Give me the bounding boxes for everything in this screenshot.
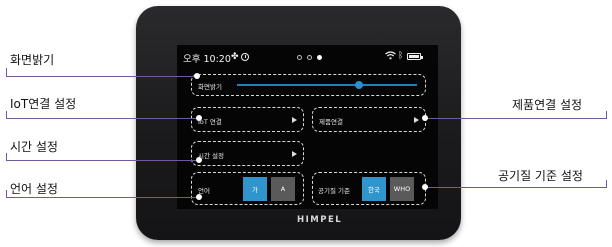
air-standard-korea-button[interactable]: 한국 (362, 177, 386, 201)
chevron-right-icon (292, 151, 297, 157)
brightness-slider[interactable] (237, 84, 417, 86)
callout-line (6, 153, 7, 161)
callout-dot (197, 158, 201, 162)
language-label: 언어 (198, 187, 210, 195)
language-english-button[interactable]: A (271, 177, 295, 201)
callout-line (6, 190, 7, 198)
product-connect-label: 제품연결 (319, 118, 343, 126)
time-settings-label: 시간 설정 (198, 152, 224, 160)
page-indicator[interactable] (297, 55, 322, 60)
callout-line (6, 197, 199, 198)
callout-iot: IoT연결 설정 (10, 97, 77, 111)
page-dot[interactable] (307, 55, 312, 60)
fan-icon: ✤ (231, 52, 239, 62)
callout-language: 언어 설정 (10, 182, 58, 196)
callout-line (6, 68, 7, 77)
callout-dot (195, 74, 199, 78)
callout-brightness: 화면밝기 (10, 53, 55, 67)
callout-line (606, 111, 607, 119)
brand-logo: HIMPEL (297, 215, 343, 225)
page-dot[interactable] (297, 55, 302, 60)
language-korean-button[interactable]: 가 (243, 177, 267, 201)
callout-dot (197, 116, 201, 120)
callout-line (6, 160, 199, 161)
page-dot-active[interactable] (317, 55, 322, 60)
chevron-right-icon (292, 117, 297, 123)
callout-line (425, 118, 607, 119)
iot-connect-label: IoT 연결 (198, 118, 222, 126)
callout-dot (197, 195, 201, 199)
callout-dot (423, 185, 427, 189)
callout-line (425, 187, 607, 188)
chevron-right-icon (414, 117, 419, 123)
air-standard-who-button[interactable]: WHO (390, 177, 414, 201)
alarm-icon (241, 53, 249, 61)
callout-time: 시간 설정 (10, 140, 58, 154)
brightness-label: 화면밝기 (198, 83, 222, 91)
callout-air-quality: 공기질 기준 설정 (498, 169, 583, 183)
wifi-icon (385, 51, 396, 60)
air-quality-label: 공기질 기준 (318, 187, 350, 195)
battery-icon (407, 53, 423, 60)
callout-line (6, 111, 7, 119)
status-time: 오후 10:20 (183, 54, 231, 65)
bluetooth-icon: ᛒ (398, 51, 404, 61)
callout-product: 제품연결 설정 (512, 98, 583, 112)
callout-dot (423, 116, 427, 120)
callout-line (606, 180, 607, 188)
callout-line (6, 76, 197, 77)
callout-line (6, 118, 199, 119)
